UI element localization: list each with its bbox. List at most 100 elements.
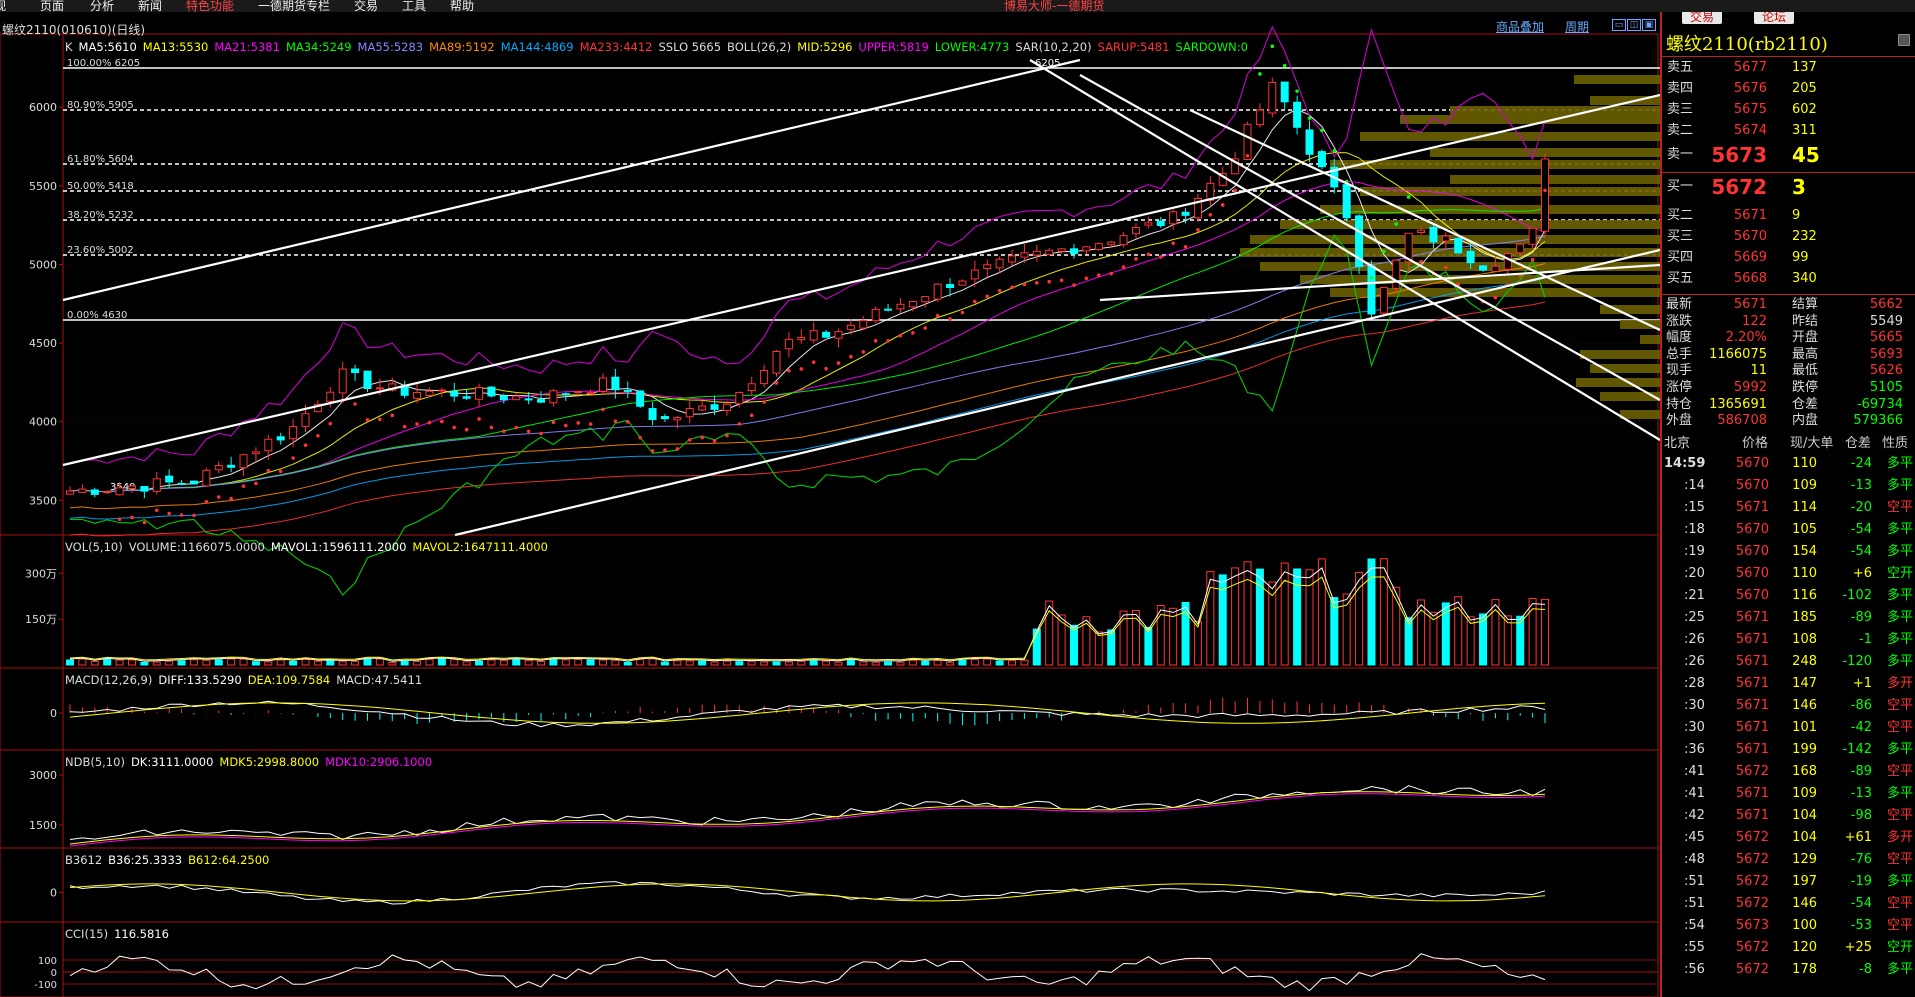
- stat-row: 涨停 5992 跌停 5105: [1662, 379, 1915, 396]
- indicator-value: SARUP:5481: [1097, 40, 1170, 54]
- tick-row[interactable]: :55 5672 120 +25 空开: [1662, 937, 1915, 959]
- tick-row[interactable]: :20 5670 110 +6 空开: [1662, 563, 1915, 585]
- tick-row[interactable]: :30 5671 146 -86 空平: [1662, 695, 1915, 717]
- tile-icon[interactable]: ◫: [1627, 19, 1641, 31]
- volume-bar: [772, 661, 781, 666]
- menu-item-tools[interactable]: 工具: [402, 0, 426, 12]
- tick-row[interactable]: :25 5671 185 -89 多平: [1662, 607, 1915, 629]
- candle-body: [908, 300, 917, 308]
- candle-body: [413, 392, 422, 399]
- tick-row[interactable]: :45 5672 104 +61 多开: [1662, 827, 1915, 849]
- indicator-title: NDB(5,10): [65, 755, 125, 769]
- kline-chart[interactable]: 6000 5500 5000 4500 4000 3500 100.00% 6205 80.9…: [0, 12, 1660, 997]
- best-quote-row[interactable]: 卖一 5673 45: [1662, 140, 1902, 170]
- candle-body: [1144, 222, 1153, 226]
- menu-item-analysis[interactable]: 分析: [90, 0, 114, 12]
- depth-row[interactable]: 买二 5671 9: [1662, 206, 1902, 225]
- tick-row[interactable]: :51 5672 146 -54 空平: [1662, 893, 1915, 915]
- fib-label: 50.00% 5418: [67, 181, 134, 192]
- stat-v2: 5626: [1869, 363, 1903, 379]
- depth-prc: 5668: [1733, 271, 1767, 286]
- menu-item-column[interactable]: 一德期货专栏: [258, 0, 330, 12]
- tick-d: -42: [1850, 720, 1872, 735]
- volume-bar: [1069, 624, 1078, 666]
- tick-row[interactable]: :30 5671 101 -42 空平: [1662, 717, 1915, 739]
- tick-row[interactable]: :21 5670 116 -102 多平: [1662, 585, 1915, 607]
- menu-item-features[interactable]: 特色功能: [186, 0, 234, 12]
- tick-row[interactable]: :48 5672 129 -76 空平: [1662, 849, 1915, 871]
- sar-dot: [378, 417, 382, 422]
- menu-item-page[interactable]: 页面: [40, 0, 64, 12]
- tick-row[interactable]: :26 5671 108 -1 多平: [1662, 629, 1915, 651]
- tick-row[interactable]: :14 5670 109 -13 多平: [1662, 475, 1915, 497]
- tick-n: 多平: [1886, 786, 1913, 801]
- depth-prc: 5677: [1733, 60, 1767, 75]
- tick-row[interactable]: 14:59 5670 110 -24 多平: [1662, 453, 1915, 475]
- candle-body: [1119, 235, 1128, 246]
- tick-t: :19: [1684, 544, 1705, 559]
- menu-item-help[interactable]: 帮助: [450, 0, 474, 12]
- symbol-title: 螺纹2110(010610)(日线): [2, 23, 146, 37]
- sar-dot: [204, 500, 209, 504]
- volume-bar: [499, 660, 508, 666]
- volume-bar: [710, 661, 719, 666]
- tick-v: 129: [1792, 852, 1817, 867]
- tick-row[interactable]: :26 5671 248 -120 多平: [1662, 651, 1915, 673]
- menu-item-trade[interactable]: 交易: [354, 0, 378, 12]
- volume-bar: [140, 662, 149, 666]
- tick-row[interactable]: :19 5670 154 -54 多平: [1662, 541, 1915, 563]
- depth-row[interactable]: 卖三 5675 602: [1662, 100, 1902, 119]
- volume-bar: [561, 659, 570, 666]
- stat-v1: 122: [1742, 313, 1767, 329]
- menu-item-news[interactable]: 新闻: [138, 0, 162, 12]
- volume-bar: [896, 661, 905, 666]
- volume-bar: [202, 659, 211, 666]
- tick-row[interactable]: :28 5671 147 +1 多开: [1662, 673, 1915, 695]
- tick-t: :55: [1684, 940, 1705, 955]
- restore-icon[interactable]: ▭: [1612, 19, 1626, 31]
- settings-icon[interactable]: [1898, 34, 1910, 46]
- tick-row[interactable]: :42 5671 104 -98 空平: [1662, 805, 1915, 827]
- candle-body: [301, 413, 310, 427]
- tick-row[interactable]: :41 5671 109 -13 多平: [1662, 783, 1915, 805]
- close-icon[interactable]: ▣: [1642, 19, 1656, 31]
- candle-body: [636, 390, 645, 407]
- depth-row[interactable]: 卖二 5674 311: [1662, 121, 1902, 140]
- panel-frame: [0, 33, 1659, 536]
- volume-bar: [78, 658, 87, 666]
- candle-body: [623, 389, 632, 392]
- tick-t: :18: [1684, 522, 1705, 537]
- candle-body: [127, 485, 136, 489]
- stat-l1: 幅度: [1666, 330, 1693, 346]
- y-tick-label: 300万: [25, 567, 57, 580]
- depth-lbl: 卖四: [1667, 81, 1694, 96]
- period-link[interactable]: 周期: [1565, 18, 1589, 35]
- menu-item-view[interactable]: 视: [0, 0, 6, 12]
- best-quote-row[interactable]: 买一 5672 3: [1662, 172, 1902, 202]
- chart-area[interactable]: 6000 5500 5000 4500 4000 3500 100.00% 6205 80.9…: [0, 12, 1660, 997]
- depth-row[interactable]: 买四 5669 99: [1662, 248, 1902, 267]
- tick-row[interactable]: :15 5671 114 -20 空平: [1662, 497, 1915, 519]
- volume-bar: [660, 661, 669, 666]
- candle-body: [1057, 248, 1066, 252]
- depth-vol: 311: [1792, 123, 1817, 138]
- tick-n: 多开: [1886, 830, 1913, 845]
- depth-row[interactable]: 买五 5668 340: [1662, 269, 1902, 288]
- overlay-link[interactable]: 商品叠加: [1496, 18, 1544, 35]
- trade-button[interactable]: 交易: [1682, 12, 1723, 24]
- depth-row[interactable]: 卖四 5676 205: [1662, 79, 1902, 98]
- candle-body: [1107, 241, 1116, 246]
- contract-title: 螺纹2110(rb2110): [1666, 34, 1828, 55]
- tick-row[interactable]: :51 5672 197 -19 多平: [1662, 871, 1915, 893]
- tick-v: 146: [1792, 698, 1817, 713]
- forum-button[interactable]: 论坛: [1754, 12, 1795, 24]
- tick-row[interactable]: :36 5671 199 -142 多平: [1662, 739, 1915, 761]
- depth-row[interactable]: 买三 5670 232: [1662, 227, 1902, 246]
- tick-row[interactable]: :18 5670 105 -54 多平: [1662, 519, 1915, 541]
- depth-row[interactable]: 卖五 5677 137: [1662, 58, 1902, 77]
- sar-dot: [873, 338, 878, 343]
- tick-row[interactable]: :56 5672 178 -8 多平: [1662, 959, 1915, 981]
- tick-row[interactable]: :41 5672 168 -89 空平: [1662, 761, 1915, 783]
- tick-row[interactable]: :54 5673 100 -53 空平: [1662, 915, 1915, 937]
- stat-l1: 涨停: [1666, 380, 1693, 395]
